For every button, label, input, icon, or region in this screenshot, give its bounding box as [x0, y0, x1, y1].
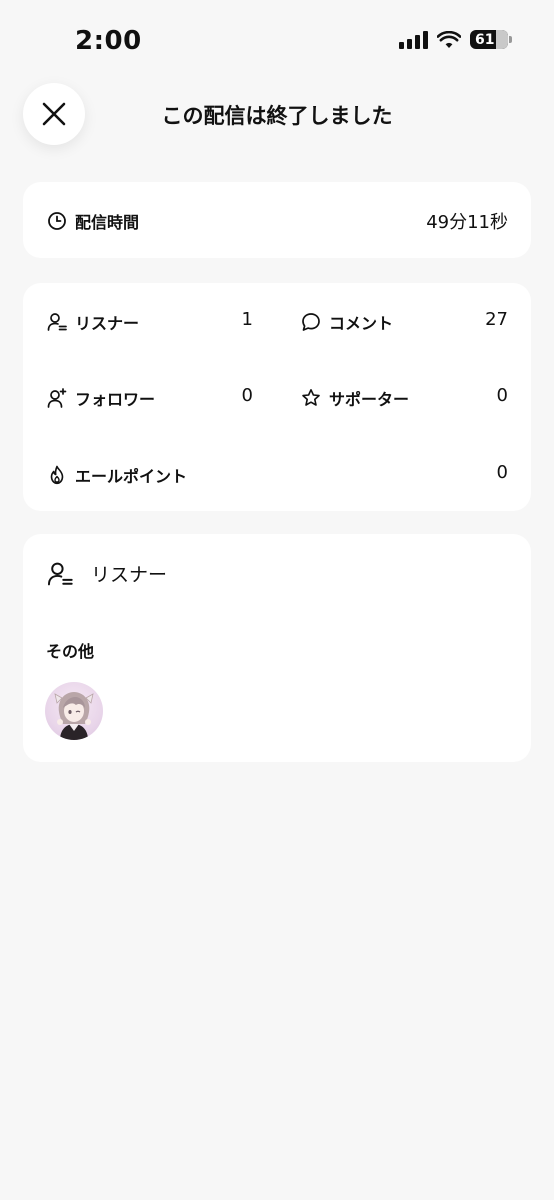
status-time: 2:00 [75, 26, 142, 56]
stat-followers-value: 0 [241, 385, 253, 406]
stat-listeners-value: 1 [241, 309, 253, 330]
stat-supporters-value: 0 [496, 385, 508, 406]
stat-supporters: サポーター [301, 386, 409, 410]
listener-list-title: リスナー [91, 564, 168, 586]
listener-list-card: リスナー その他 [23, 534, 531, 762]
stat-followers: フォロワー [47, 386, 155, 410]
stat-supporters-label: サポーター [329, 390, 410, 409]
stat-cheer-points: エールポイント [47, 463, 187, 487]
flame-icon [50, 465, 64, 485]
cellular-signal-icon [399, 30, 428, 49]
listener-avatar[interactable] [45, 682, 103, 740]
duration-label: 配信時間 [75, 213, 140, 232]
stat-followers-label: フォロワー [75, 390, 156, 409]
clock-icon [48, 212, 66, 230]
stat-cheer-points-label: エールポイント [75, 467, 188, 486]
duration-value: 49分11秒 [426, 212, 508, 233]
stat-comments-label: コメント [329, 314, 394, 333]
listener-group-label: その他 [46, 642, 95, 661]
page-title: この配信は終了しました [161, 104, 393, 128]
stat-listeners-label: リスナー [75, 314, 140, 333]
status-icons: 61 [399, 30, 512, 49]
star-icon [302, 389, 320, 406]
stat-comments: コメント [301, 310, 393, 334]
user-list-icon [47, 562, 73, 585]
comment-bubble-icon [302, 313, 320, 331]
listener-list-header: リスナー [47, 560, 167, 587]
stat-cheer-points-value: 0 [496, 462, 508, 483]
battery-indicator: 61 [470, 30, 512, 49]
stats-card: リスナー 1 コメント 27 フォロワー 0 サポーター 0 エールポイント 0 [23, 283, 531, 511]
stat-comments-value: 27 [485, 309, 508, 330]
stat-listeners: リスナー [47, 310, 139, 334]
wifi-icon [437, 30, 461, 48]
user-plus-icon [47, 388, 67, 408]
duration-label-row: 配信時間 [47, 209, 139, 233]
battery-level: 61 [475, 31, 495, 48]
status-bar: 2:00 61 [0, 0, 554, 80]
duration-card: 配信時間 49分11秒 [23, 182, 531, 258]
avatar-image [54, 692, 94, 740]
user-list-icon [47, 313, 67, 331]
